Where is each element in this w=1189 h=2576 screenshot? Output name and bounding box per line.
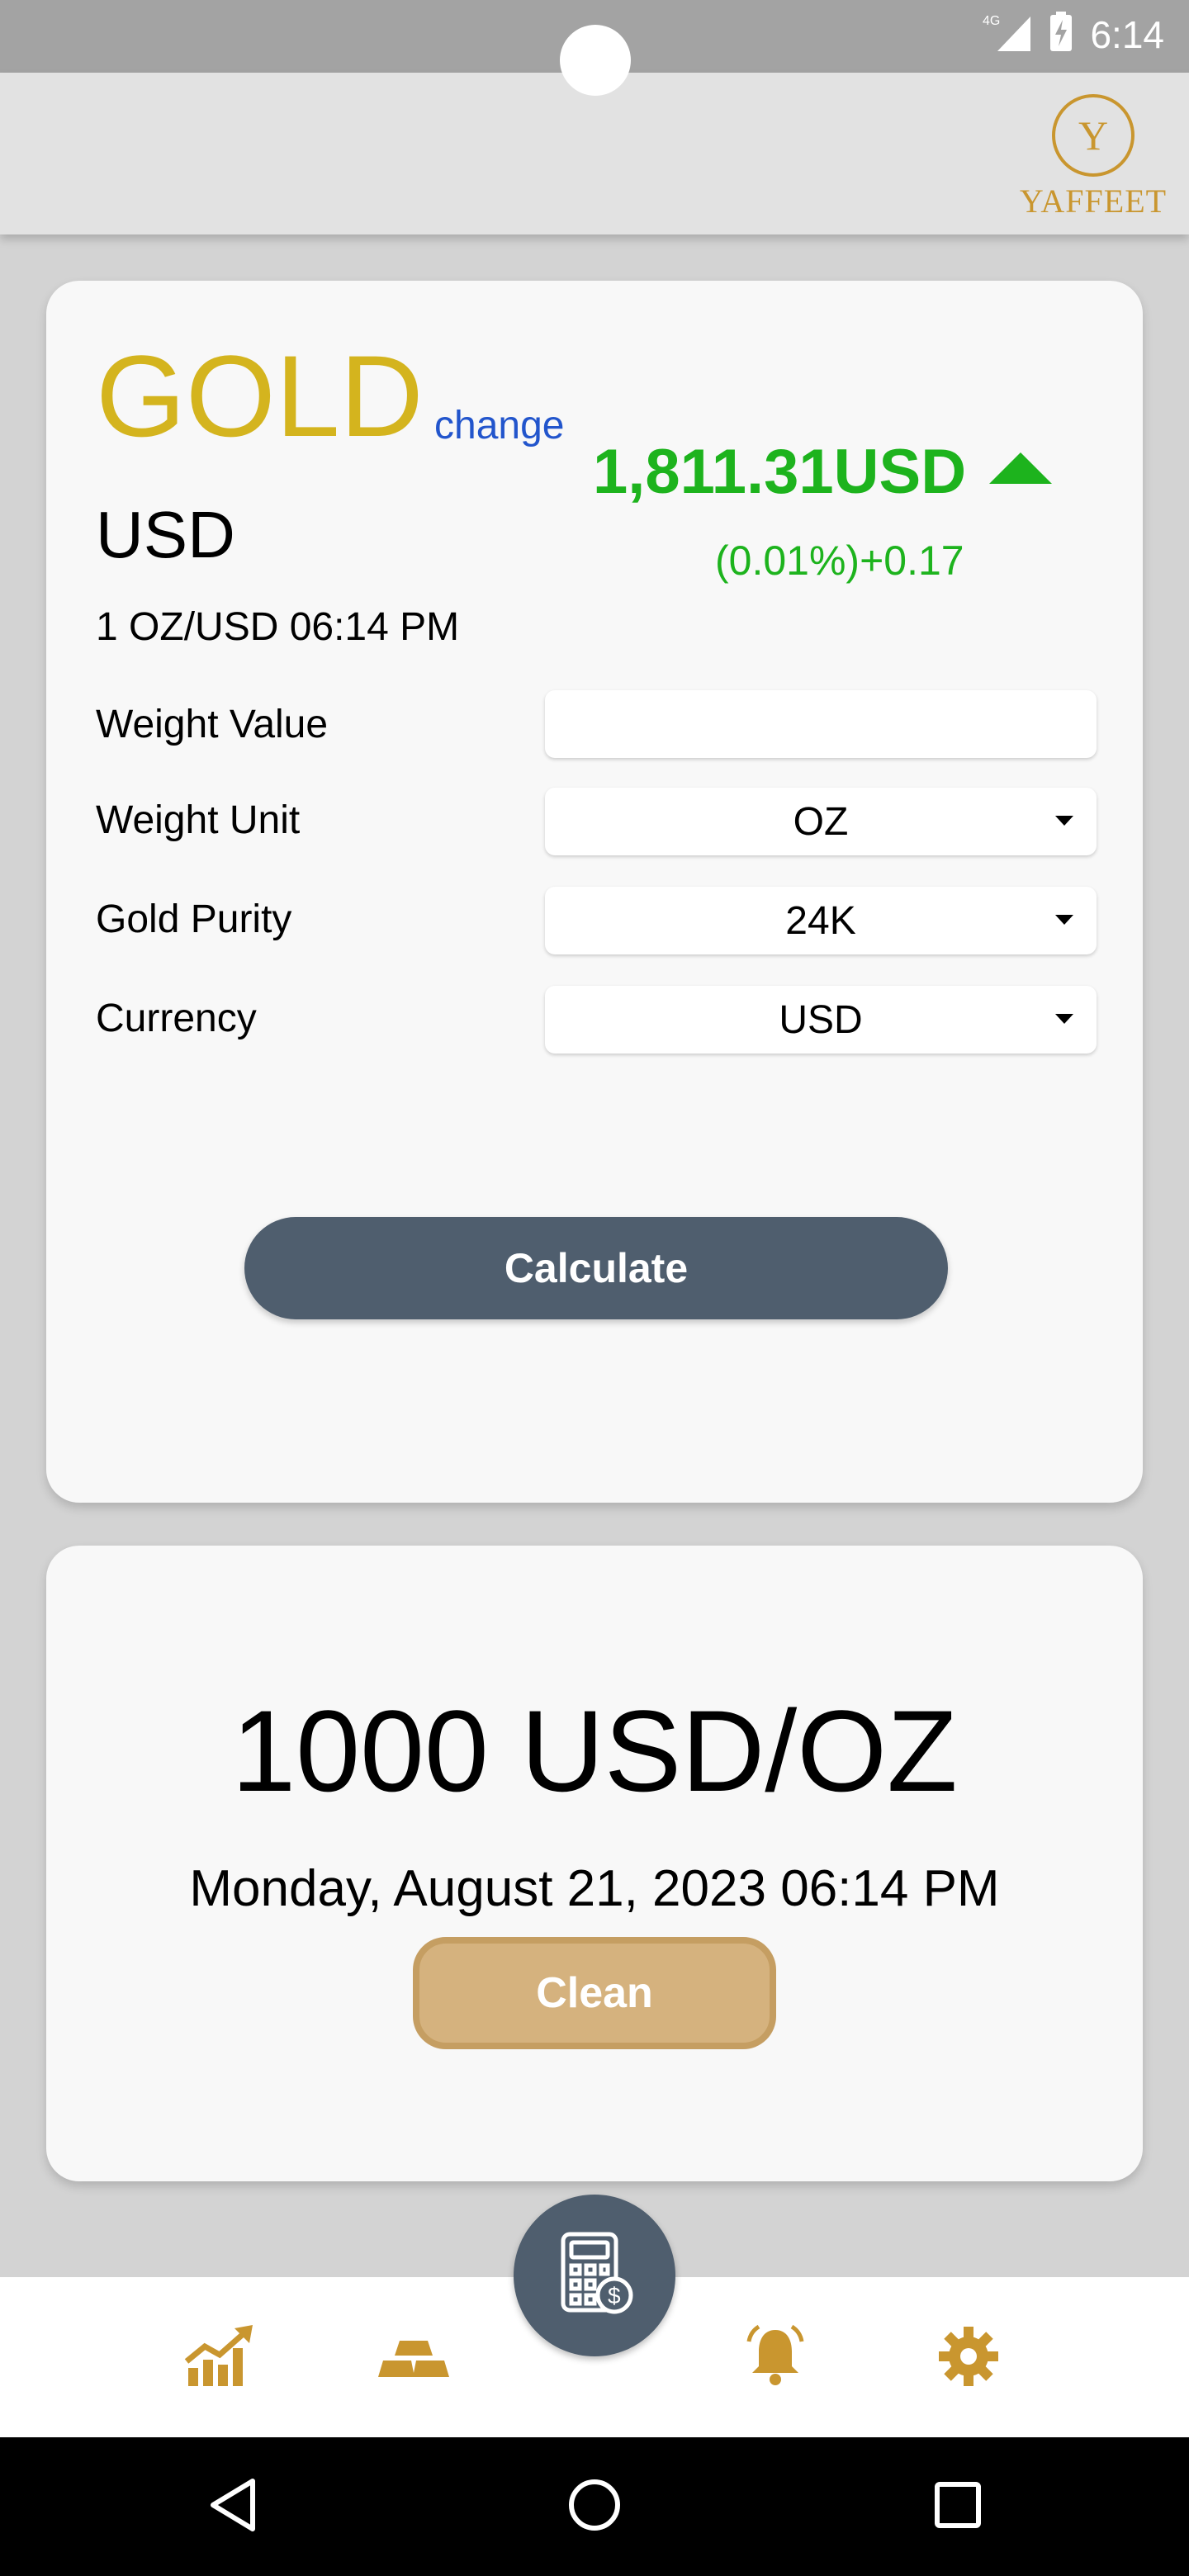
weight-value-field[interactable] (545, 690, 1097, 758)
chart-icon (183, 2323, 258, 2394)
calculator-fab[interactable]: $ (514, 2195, 675, 2356)
back-triangle-icon (208, 2478, 258, 2536)
system-navigation-bar (0, 2437, 1189, 2576)
dropdown-caret-icon (1055, 816, 1073, 826)
nav-alerts[interactable] (738, 2323, 812, 2394)
price-change: (0.01%)+0.17 (715, 537, 964, 584)
clean-button[interactable]: Clean (413, 1937, 776, 2049)
result-value: 1000 USD/OZ (231, 1686, 958, 1816)
weight-unit-label: Weight Unit (96, 798, 301, 842)
gold-purity-select[interactable]: 24K (545, 887, 1097, 954)
currency-label: Currency (96, 997, 257, 1040)
recents-button[interactable] (926, 2475, 989, 2538)
gold-price-card: GOLD change USD 1 OZ/USD 06:14 PM 1,811.… (46, 281, 1143, 1503)
back-button[interactable] (201, 2475, 264, 2538)
gold-purity-label: Gold Purity (96, 897, 292, 941)
bell-icon (742, 2323, 808, 2394)
change-metal-link[interactable]: change (434, 403, 564, 448)
home-button[interactable] (563, 2475, 626, 2538)
result-date: Monday, August 21, 2023 06:14 PM (189, 1860, 1000, 1917)
gold-price: 1,811.31USD (593, 437, 967, 507)
weight-unit-value: OZ (793, 799, 849, 844)
gear-icon (937, 2325, 1000, 2392)
calculate-button[interactable]: Calculate (244, 1217, 948, 1319)
logo-mark-icon: Y (1052, 94, 1135, 177)
home-circle-icon (567, 2478, 622, 2536)
unit-time-label: 1 OZ/USD 06:14 PM (96, 605, 460, 649)
status-indicators: 4G 6:14 (981, 12, 1164, 57)
result-card: 1000 USD/OZ Monday, August 21, 2023 06:1… (46, 1546, 1143, 2181)
logo-text: YAFFEET (1019, 182, 1168, 220)
camera-cutout (560, 25, 631, 96)
currency-code: USD (96, 498, 235, 571)
status-time: 6:14 (1090, 12, 1164, 56)
currency-select[interactable]: USD (545, 986, 1097, 1054)
weight-value-input[interactable] (545, 690, 1097, 758)
battery-icon (1047, 12, 1075, 57)
gold-purity-value: 24K (785, 898, 856, 943)
svg-text:4G: 4G (983, 14, 1000, 28)
weight-value-label: Weight Value (96, 703, 329, 746)
metal-name: GOLD (96, 331, 424, 461)
trend-up-icon (989, 452, 1052, 484)
recents-square-icon (933, 2480, 983, 2534)
dropdown-caret-icon (1055, 915, 1073, 925)
nav-chart[interactable] (183, 2323, 258, 2394)
nav-settings[interactable] (931, 2325, 1006, 2391)
dropdown-caret-icon (1055, 1014, 1073, 1024)
gold-bars-icon (377, 2327, 451, 2389)
calculator-icon: $ (545, 2224, 644, 2327)
app-logo: Y YAFFEET (1019, 94, 1168, 220)
app-bar: Y YAFFEET (0, 73, 1189, 234)
weight-unit-select[interactable]: OZ (545, 788, 1097, 855)
svg-text:$: $ (608, 2283, 621, 2308)
signal-icon: 4G (981, 12, 1032, 57)
nav-gold-bars[interactable] (377, 2325, 451, 2391)
currency-value: USD (779, 997, 863, 1042)
